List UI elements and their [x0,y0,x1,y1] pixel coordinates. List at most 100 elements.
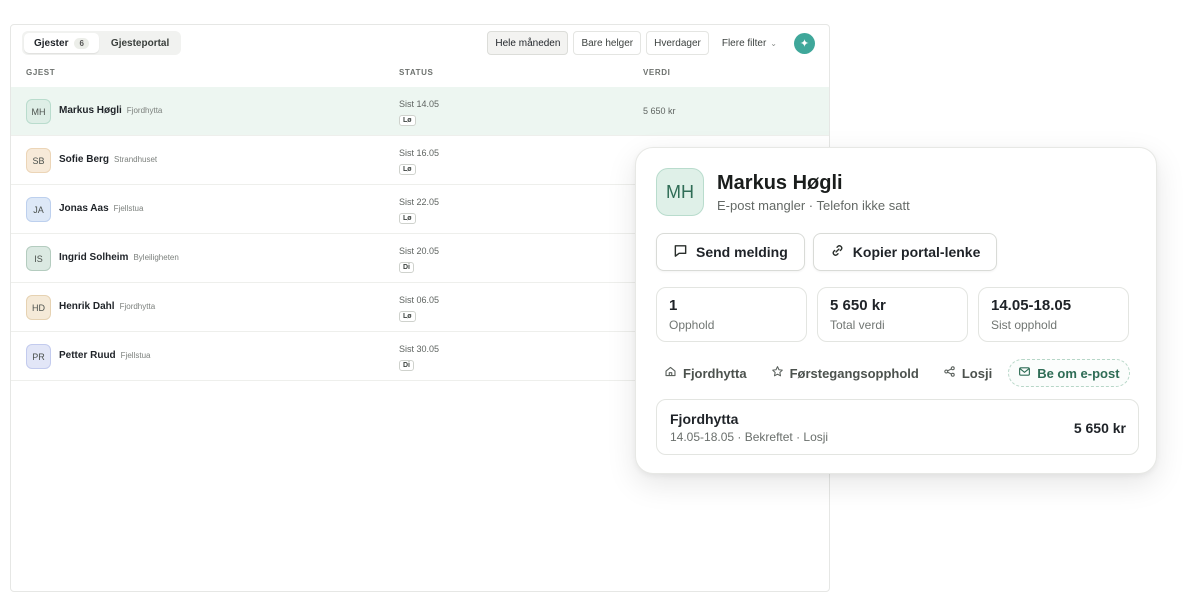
first-time-chip-label: Førstegangsopphold [789,365,919,381]
more-filters-label: Flere filter [721,37,767,49]
detail-guest-name: Markus Høgli [717,172,843,194]
send-message-label: Send melding [696,244,788,260]
guest-name-text: Markus Høgli [59,105,122,116]
guest-status: Sist 06.05 Lø [399,295,439,323]
tab-gjester-label: Gjester [34,37,69,49]
tab-gjesteportal-label: Gjesteportal [110,37,170,49]
filter-whole-month-button[interactable]: Hele måneden [487,31,569,55]
booking-amount: 5 650 kr [1073,420,1126,436]
stat-stays: 1 Opphold [656,287,807,342]
guest-name: Markus Høgli Fjordhytta [59,105,162,116]
column-header-status[interactable]: STATUS [399,68,433,77]
weekday-badge: Di [399,262,414,273]
view-tabs: Gjester 6 Gjesteportal [22,31,182,55]
avatar: JA [26,197,51,222]
message-icon [673,243,688,261]
home-icon [664,365,677,381]
booking-type-chip-label: Losji [961,365,993,381]
stat-last-stay-value: 14.05-18.05 [991,297,1072,314]
avatar: MH [26,99,51,124]
send-message-button[interactable]: Send melding [656,233,805,271]
guest-property: Byleiligheten [133,253,179,262]
guest-property: Strandhuset [114,155,158,164]
weekday-badge: Di [399,360,414,371]
avatar: SB [26,148,51,173]
column-header-value[interactable]: VERDI [643,68,670,77]
guest-name: Henrik Dahl Fjordhytta [59,301,155,312]
guest-property: Fjellstua [120,351,151,360]
guest-property: Fjordhytta [119,302,156,311]
detail-stats: 1 Opphold 5 650 kr Total verdi 14.05-18.… [656,287,1129,342]
sparkle-icon: ✦ [799,37,810,50]
guest-name-text: Sofie Berg [59,154,110,165]
guest-name: Jonas Aas Fjellstua [59,203,143,214]
guest-count-badge: 6 [74,37,89,49]
property-chip-label: Fjordhytta [683,365,747,381]
stat-total-value-label: Total verdi [830,318,885,332]
filter-bar: Hele måneden Bare helger Hverdager Flere… [487,31,815,55]
guest-name: Ingrid Solheim Byleiligheten [59,252,179,263]
copy-portal-link-button[interactable]: Kopier portal-lenke [812,233,998,271]
avatar: IS [26,246,51,271]
weekday-badge: Lø [399,164,416,175]
link-icon [830,243,845,261]
avatar: HD [26,295,51,320]
guest-name: Petter Ruud Fjellstua [59,350,150,361]
last-stay-date: Sist 22.05 [399,197,440,207]
table-row[interactable]: MH Markus Høgli Fjordhytta Sist 14.05 Lø … [11,87,829,136]
mail-icon [1018,365,1031,381]
column-header-guest[interactable]: GJEST [26,68,55,77]
request-email-label: Be om e-post [1037,365,1120,381]
stat-stays-label: Opphold [669,318,715,332]
guest-detail-card: MH Markus Høgli E-post mangler · Telefon… [635,147,1157,474]
first-time-chip: Førstegangsopphold [763,359,927,387]
booking-card[interactable]: Fjordhytta 14.05-18.05 · Bekreftet · Los… [656,399,1139,455]
guest-status: Sist 14.05 Lø [399,99,439,127]
share-icon [943,365,956,381]
guest-name-text: Henrik Dahl [59,301,115,312]
detail-actions: Send melding Kopier portal-lenke [656,233,998,271]
weekday-badge: Lø [399,213,416,224]
stat-last-stay: 14.05-18.05 Sist opphold [978,287,1129,342]
detail-avatar: MH [656,168,704,216]
booking-title: Fjordhytta [670,411,739,427]
guest-name-text: Petter Ruud [59,350,116,361]
guest-name-text: Jonas Aas [59,203,109,214]
weekday-badge: Lø [399,311,416,322]
booking-details: 14.05-18.05 · Bekreftet · Losji [670,430,829,444]
guest-name-text: Ingrid Solheim [59,252,129,263]
guest-property: Fjordhytta [126,106,163,115]
guest-name: Sofie Berg Strandhuset [59,154,157,165]
last-stay-date: Sist 14.05 [399,99,440,109]
ai-assist-button[interactable]: ✦ [794,32,815,54]
stat-total-value: 5 650 kr Total verdi [817,287,968,342]
detail-tags: Fjordhytta Førstegangsopphold Losji Be o… [656,359,1130,387]
last-stay-date: Sist 20.05 [399,246,440,256]
property-chip: Fjordhytta [656,359,755,387]
guest-property: Fjellstua [113,204,144,213]
guest-status: Sist 30.05 Di [399,344,439,372]
detail-contact-status: E-post mangler · Telefon ikke satt [717,198,910,213]
star-icon [771,365,784,381]
stat-total-value-value: 5 650 kr [830,297,886,314]
filter-weekends-button[interactable]: Bare helger [573,31,642,55]
filter-weekdays-button[interactable]: Hverdager [646,31,709,55]
booking-type-chip: Losji [935,359,1000,387]
copy-portal-link-label: Kopier portal-lenke [852,244,981,260]
avatar: PR [26,344,51,369]
stat-last-stay-label: Sist opphold [991,318,1058,332]
tab-gjester[interactable]: Gjester 6 [24,33,99,53]
chevron-down-icon: ⌄ [770,38,777,48]
last-stay-date: Sist 30.05 [399,344,440,354]
toolbar: Gjester 6 Gjesteportal Hele måneden Bare… [11,25,829,59]
tab-gjesteportal[interactable]: Gjesteportal [101,33,179,53]
more-filters-dropdown[interactable]: Flere filter ⌄ [713,31,785,55]
request-email-button[interactable]: Be om e-post [1008,359,1130,387]
guest-status: Sist 20.05 Di [399,246,439,274]
guest-value: 5 650 kr [643,106,676,116]
last-stay-date: Sist 16.05 [399,148,440,158]
weekday-badge: Lø [399,115,416,126]
stat-stays-value: 1 [669,297,678,314]
guest-status: Sist 16.05 Lø [399,148,439,176]
last-stay-date: Sist 06.05 [399,295,440,305]
